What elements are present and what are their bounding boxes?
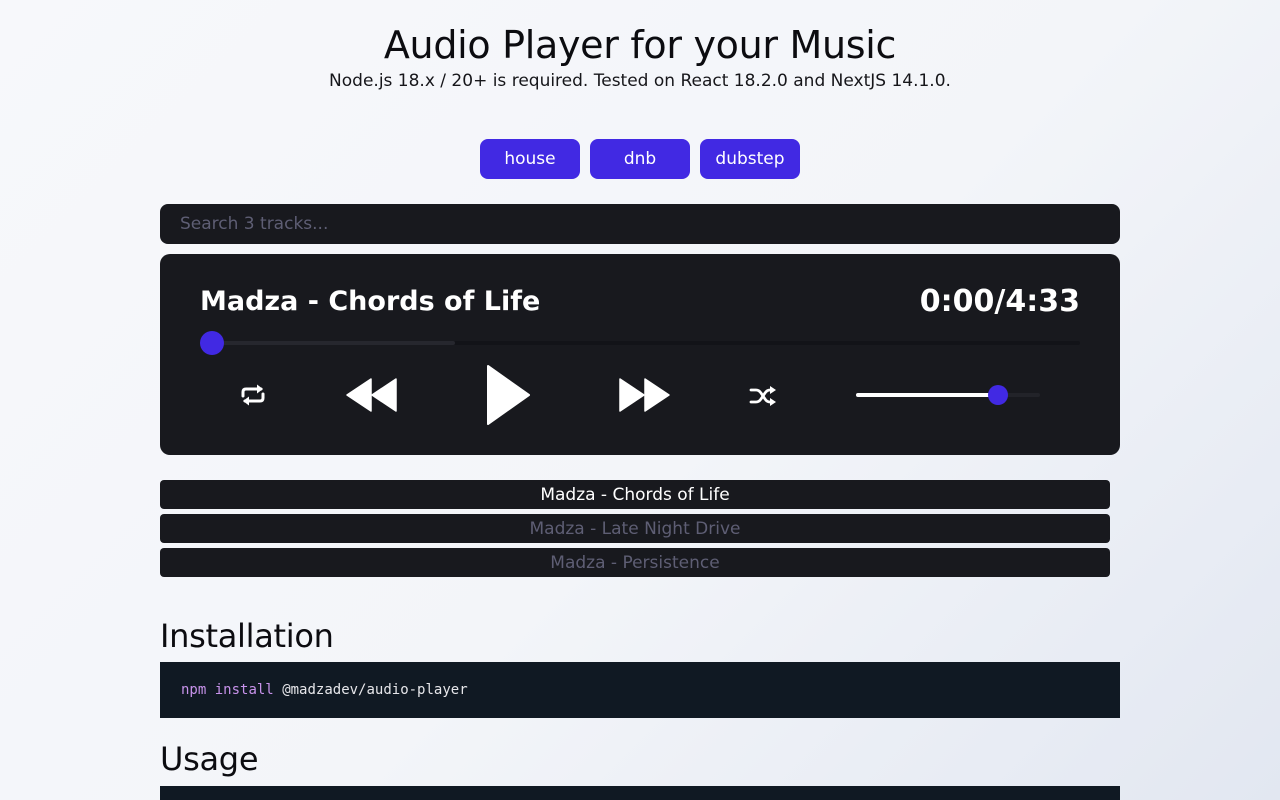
genre-button-dubstep[interactable]: dubstep xyxy=(700,139,800,179)
track-title: Madza - Chords of Life xyxy=(200,286,541,317)
progress-bar[interactable] xyxy=(200,331,1080,355)
code-subcommand: install xyxy=(214,682,274,698)
page-title: Audio Player for your Music xyxy=(383,23,897,67)
search-input[interactable] xyxy=(160,204,1120,244)
repeat-icon xyxy=(241,384,265,406)
genre-filter-row: house dnb dubstep xyxy=(480,139,800,179)
progress-buffered xyxy=(200,341,456,345)
playlist-item[interactable]: Madza - Chords of Life xyxy=(160,480,1110,509)
play-button[interactable] xyxy=(482,362,534,428)
volume-slider[interactable] xyxy=(856,385,1040,405)
code-package: @madzadev/audio-player xyxy=(282,682,468,698)
volume-level xyxy=(856,393,998,397)
installation-heading: Installation xyxy=(160,617,334,655)
usage-heading: Usage xyxy=(160,740,259,778)
install-code-block[interactable]: npm install @madzadev/audio-player xyxy=(160,662,1120,718)
play-icon xyxy=(487,365,530,425)
shuffle-icon xyxy=(749,386,776,406)
genre-button-dnb[interactable]: dnb xyxy=(590,139,690,179)
usage-code-block[interactable] xyxy=(160,786,1120,800)
genre-button-house[interactable]: house xyxy=(480,139,580,179)
playlist-item[interactable]: Madza - Persistence xyxy=(160,548,1110,577)
progress-thumb[interactable] xyxy=(200,331,224,355)
audio-player: Madza - Chords of Life 0:00/4:33 xyxy=(160,254,1120,455)
code-command: npm xyxy=(181,682,207,698)
playlist: Madza - Chords of Life Madza - Late Nigh… xyxy=(160,480,1110,582)
fast-forward-button[interactable] xyxy=(616,376,672,414)
volume-thumb[interactable] xyxy=(987,385,1008,405)
track-time: 0:00/4:33 xyxy=(919,284,1080,319)
header: Audio Player for your Music Node.js 18.x… xyxy=(0,20,1280,92)
page-subtitle: Node.js 18.x / 20+ is required. Tested o… xyxy=(329,71,951,91)
playlist-item[interactable]: Madza - Late Night Drive xyxy=(160,514,1110,543)
rewind-button[interactable] xyxy=(344,376,400,414)
rewind-icon xyxy=(346,378,397,412)
shuffle-button[interactable] xyxy=(746,382,780,410)
fast-forward-icon xyxy=(619,378,670,412)
repeat-button[interactable] xyxy=(236,380,270,410)
